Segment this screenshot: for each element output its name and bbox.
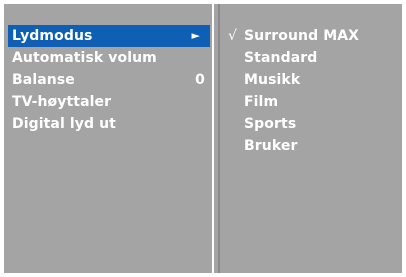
option-label: Film xyxy=(244,94,279,110)
menu-item-lydmodus[interactable]: Lydmodus ► xyxy=(8,25,210,47)
sound-options-panel: Lydmodus ► Automatisk volum Balanse 0 TV… xyxy=(4,4,214,273)
menu-item-label: TV-høyttaler xyxy=(12,94,112,110)
menu-item-digital-lyd-ut[interactable]: Digital lyd ut xyxy=(8,113,210,135)
sound-mode-options-panel: √ Surround MAX Standard Musikk Film Spor… xyxy=(216,4,402,273)
option-bruker[interactable]: Bruker xyxy=(228,135,406,157)
option-sports[interactable]: Sports xyxy=(228,113,406,135)
option-standard[interactable]: Standard xyxy=(228,47,406,69)
menu-item-label: Digital lyd ut xyxy=(12,116,116,132)
option-film[interactable]: Film xyxy=(228,91,406,113)
option-label: Musikk xyxy=(244,72,301,88)
option-label: Sports xyxy=(244,116,297,132)
option-surround-max[interactable]: √ Surround MAX xyxy=(228,25,406,47)
sound-settings-menu: Lydmodus ► Automatisk volum Balanse 0 TV… xyxy=(2,2,404,275)
submenu-arrow-icon: ► xyxy=(191,29,200,42)
option-musikk[interactable]: Musikk xyxy=(228,69,406,91)
menu-item-label: Lydmodus xyxy=(12,28,93,44)
option-label: Bruker xyxy=(244,138,298,154)
menu-item-balanse[interactable]: Balanse 0 xyxy=(8,69,210,91)
balance-value: 0 xyxy=(195,72,205,88)
menu-item-tv-hoyttaler[interactable]: TV-høyttaler xyxy=(8,91,210,113)
menu-item-label: Automatisk volum xyxy=(12,50,157,66)
menu-item-automatisk-volum[interactable]: Automatisk volum xyxy=(8,47,210,69)
checkmark-icon: √ xyxy=(228,28,238,44)
option-label: Standard xyxy=(244,50,318,66)
menu-item-label: Balanse xyxy=(12,72,75,88)
option-label: Surround MAX xyxy=(244,28,360,44)
